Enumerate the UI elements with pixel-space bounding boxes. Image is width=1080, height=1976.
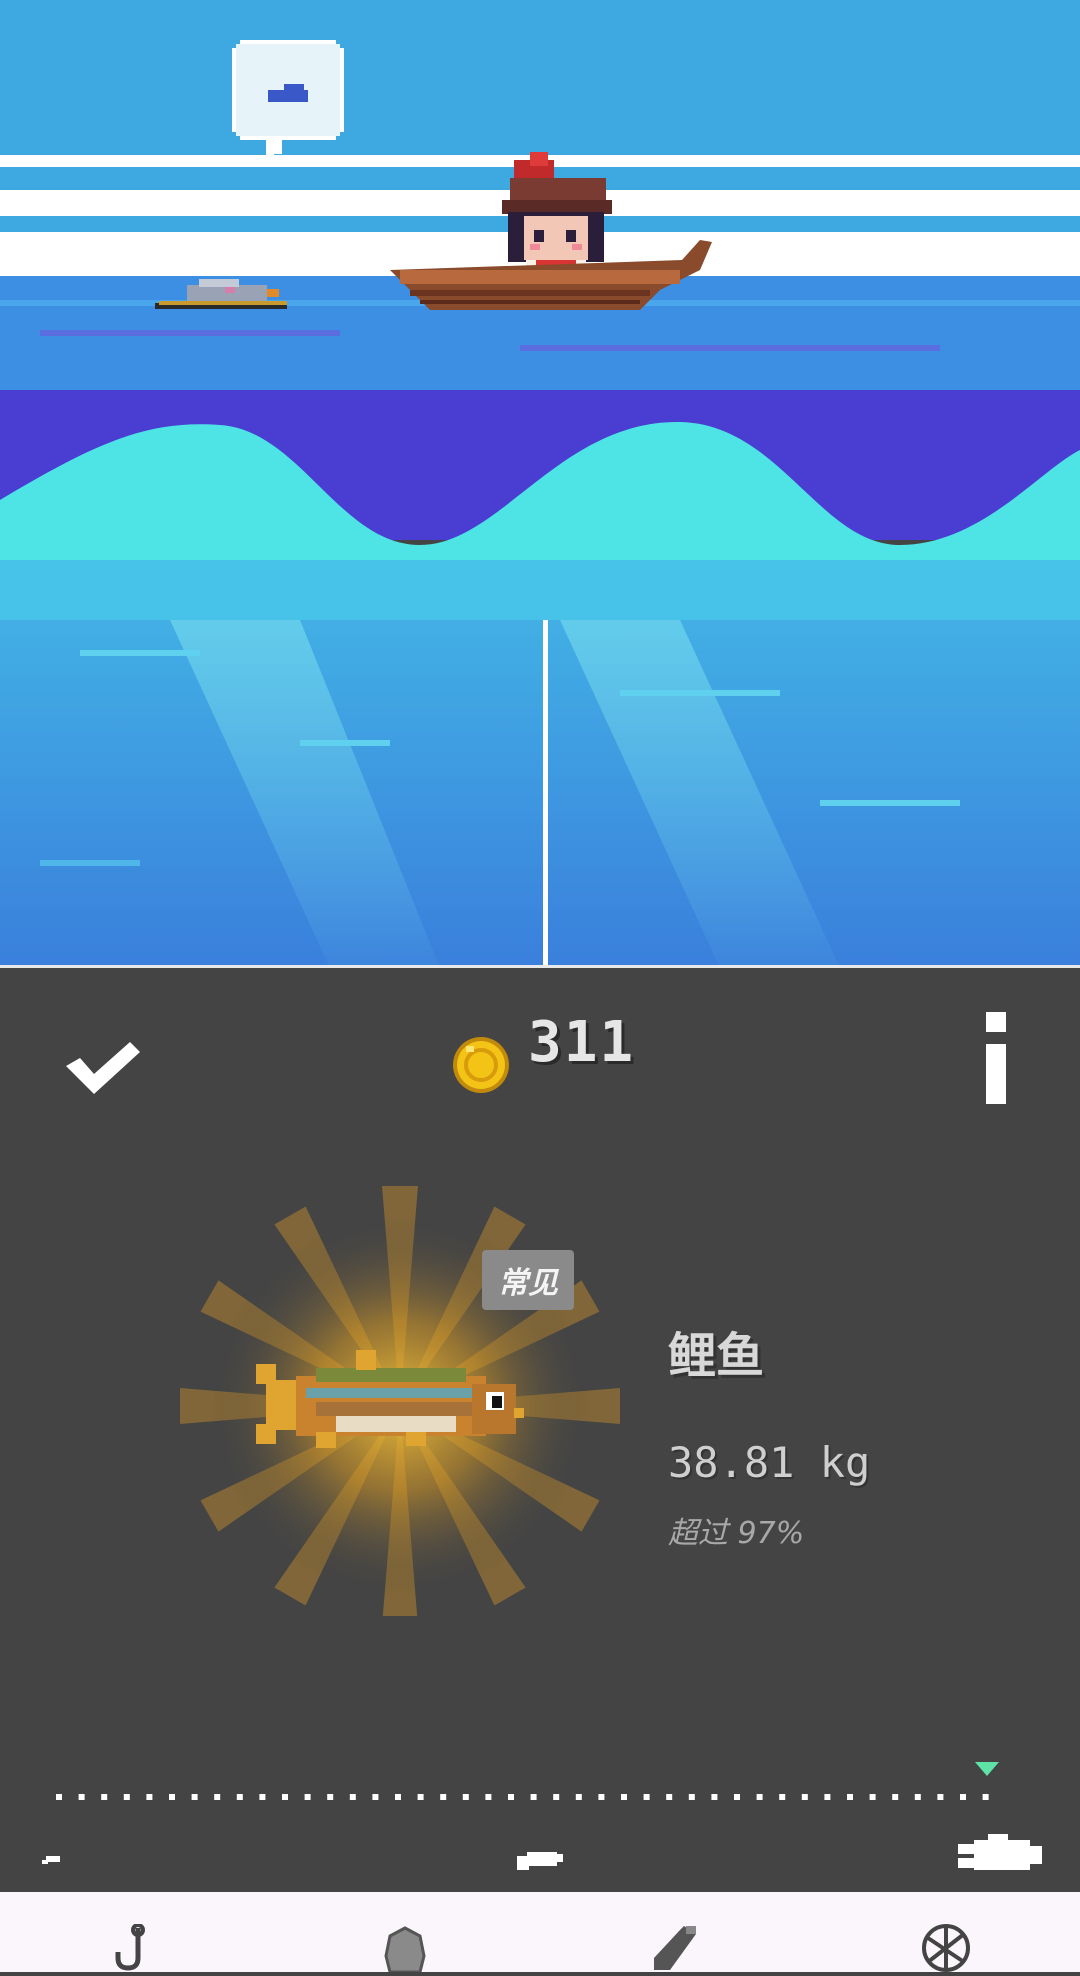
scale-dot <box>191 1794 198 1800</box>
hook-icon <box>115 1923 145 1971</box>
scale-dot <box>756 1794 763 1800</box>
scale-dot <box>440 1794 447 1800</box>
scale-dot <box>530 1794 537 1800</box>
scale-dot <box>146 1794 153 1800</box>
catch-result-panel: 311 常见 鲤鱼 38.81 kg 超过 97% <box>0 968 1080 1892</box>
scale-dot <box>259 1794 266 1800</box>
size-scale <box>42 1758 1042 1870</box>
scale-dot <box>621 1794 627 1800</box>
scale-dot <box>643 1794 650 1800</box>
scale-dot <box>417 1794 424 1800</box>
scale-dot <box>372 1794 379 1800</box>
scale-dot <box>553 1794 560 1800</box>
scale-dot <box>78 1794 85 1800</box>
scale-dot <box>688 1794 695 1800</box>
scale-dot <box>734 1794 740 1800</box>
carp-fish-icon <box>256 1350 524 1448</box>
scale-dot <box>824 1794 831 1800</box>
scale-dot <box>304 1794 311 1800</box>
scale-dot <box>395 1794 401 1800</box>
scale-dot <box>462 1794 469 1800</box>
scale-dot <box>914 1794 921 1800</box>
scale-dot <box>485 1794 492 1800</box>
fish-percentile: 超过 97% <box>668 1516 805 1551</box>
scale-dot <box>349 1794 356 1800</box>
scale-dot <box>236 1794 243 1800</box>
scale-dot <box>801 1794 808 1800</box>
scale-dot <box>847 1794 853 1800</box>
scale-dot <box>327 1794 334 1800</box>
stone-bait-icon <box>384 1926 426 1974</box>
large-fish-icon <box>958 1834 1042 1870</box>
scale-dot <box>575 1794 582 1800</box>
floating-fish-icon <box>155 279 287 309</box>
fish-weight: 38.81 kg <box>668 1438 871 1487</box>
scale-dot <box>508 1794 514 1800</box>
bottle-icon <box>654 1926 696 1970</box>
nav-item-hook[interactable] <box>110 1923 160 1972</box>
scale-dot <box>666 1794 673 1800</box>
bottom-nav <box>0 1892 1080 1974</box>
fisher-girl-boat-icon <box>390 152 712 310</box>
scale-dot <box>937 1794 944 1800</box>
scale-dot <box>598 1794 605 1800</box>
info-button[interactable] <box>976 1012 1016 1116</box>
nav-item-net[interactable] <box>920 1922 972 1972</box>
medium-fish-icon <box>517 1852 563 1870</box>
scale-dot <box>282 1794 288 1800</box>
net-ball-icon <box>922 1924 970 1972</box>
scale-dot <box>101 1794 108 1800</box>
scale-dot <box>779 1794 786 1800</box>
scale-dot <box>56 1794 62 1800</box>
gold-coin-icon <box>453 1037 509 1093</box>
fishing-scene <box>0 0 1080 968</box>
scale-dot <box>892 1794 899 1800</box>
info-icon <box>986 1012 1006 1104</box>
coin-count: 311 <box>528 1010 636 1075</box>
nav-item-bait[interactable] <box>380 1926 430 1974</box>
nav-item-bottle[interactable] <box>648 1924 702 1972</box>
scale-dot <box>960 1794 966 1800</box>
fish-name: 鲤鱼 <box>668 1328 765 1384</box>
scale-dot <box>214 1794 221 1800</box>
rarity-badge: 常见 <box>482 1250 574 1310</box>
checkmark-icon <box>66 1042 140 1094</box>
scale-dot <box>982 1794 989 1800</box>
scale-dot <box>711 1794 718 1800</box>
scale-dot <box>169 1794 175 1800</box>
speech-bubble-icon <box>232 40 344 162</box>
scale-dot <box>123 1794 130 1800</box>
size-marker <box>975 1762 999 1776</box>
small-fish-icon <box>42 1856 60 1864</box>
scale-dot <box>869 1794 876 1800</box>
caught-fish <box>140 1176 660 1626</box>
scene-background <box>0 0 1080 968</box>
confirm-button[interactable] <box>60 1036 146 1100</box>
